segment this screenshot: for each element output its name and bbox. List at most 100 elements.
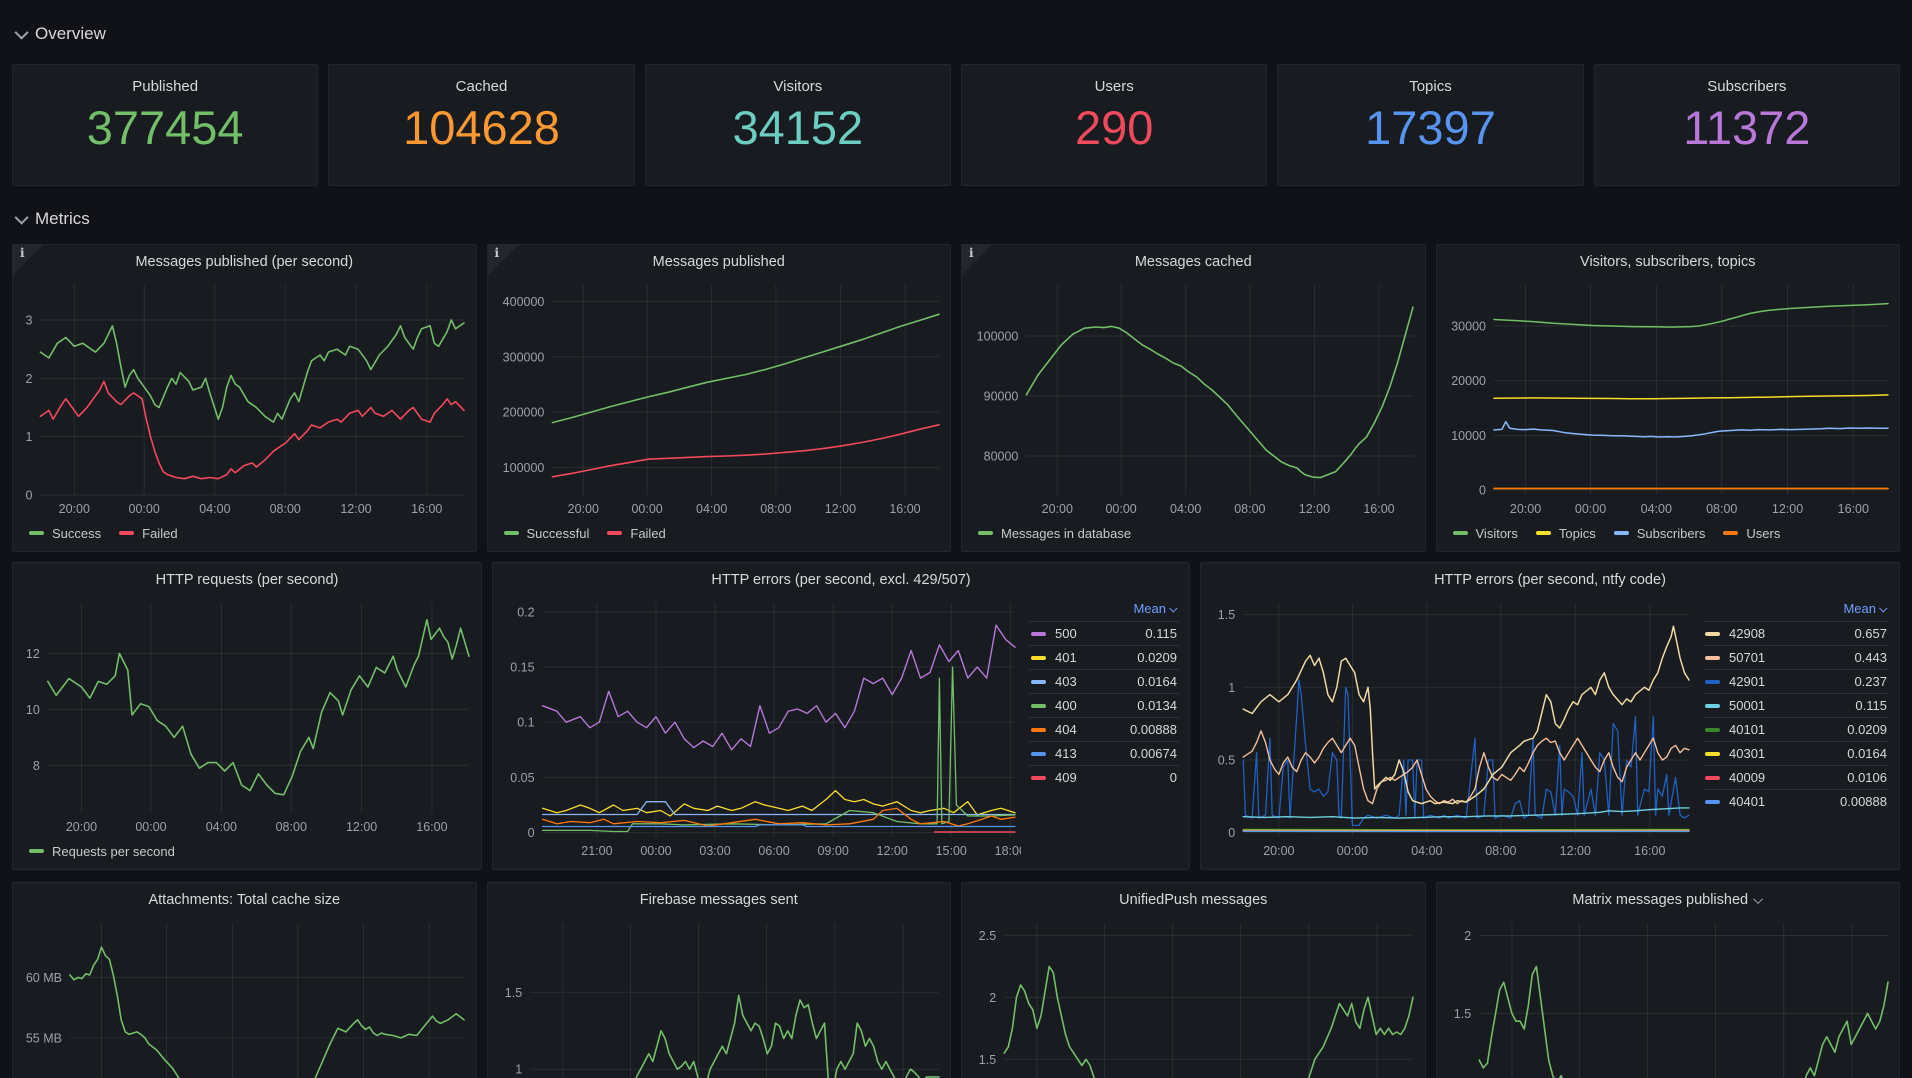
axis-tick-label: 0.05 <box>510 771 534 785</box>
panel-title[interactable]: Messages published <box>494 249 945 275</box>
chart-plot[interactable]: 0.511.52 <box>1443 913 1894 1078</box>
legend-mean-header[interactable]: Mean <box>1703 599 1889 621</box>
legend-table-row[interactable]: 4090 <box>1029 765 1179 789</box>
panel-title[interactable]: Messages published (per second) <box>19 249 470 275</box>
axis-tick-label: 2.5 <box>979 929 996 943</box>
panel-http-requests: HTTP requests (per second)20:0000:0004:0… <box>12 562 482 870</box>
series-swatch <box>1705 800 1720 804</box>
chart-canvas[interactable]: 20:0000:0004:0008:0012:0016:008000090000… <box>968 275 1419 521</box>
axis-tick-label: 12:00 <box>340 502 371 516</box>
chart-canvas[interactable]: 55 MB60 MB <box>19 913 470 1078</box>
series-name: 42908 <box>1729 626 1765 641</box>
chart-plot[interactable]: 20:0000:0004:0008:0012:0016:0081012 <box>19 593 475 839</box>
legend-item-success[interactable]: Success <box>29 526 101 541</box>
stat-panel-topics[interactable]: Topics 17397 <box>1277 64 1583 186</box>
chart-canvas[interactable]: 20:0000:0004:0008:0012:0016:0081012 <box>19 593 475 839</box>
section-row-metrics[interactable]: Metrics <box>18 207 1900 230</box>
chart-plot[interactable]: 21:0000:0003:0006:0009:0012:0015:0018:00… <box>499 593 1021 863</box>
legend-table-row[interactable]: 507010.443 <box>1703 645 1889 669</box>
info-icon[interactable]: i <box>969 246 974 260</box>
legend-item-failed[interactable]: Failed <box>607 526 665 541</box>
panel-title[interactable]: Visitors, subscribers, topics <box>1443 249 1894 275</box>
chart-plot[interactable]: 55 MB60 MB <box>19 913 470 1078</box>
axis-tick-label: 1 <box>1228 681 1235 695</box>
info-corner-fold[interactable] <box>962 245 992 275</box>
chart-plot[interactable]: 0.511.5 <box>494 913 945 1078</box>
legend-table-row[interactable]: 429080.657 <box>1703 621 1889 645</box>
legend-table-row[interactable]: 401010.0209 <box>1703 717 1889 741</box>
axis-tick-label: 55 MB <box>26 1031 62 1045</box>
panel-title-text: Messages cached <box>1135 254 1252 270</box>
series-swatch <box>504 531 519 535</box>
legend-table-row[interactable]: 4030.0164 <box>1029 669 1179 693</box>
panel-title[interactable]: HTTP errors (per second, ntfy code) <box>1207 567 1893 593</box>
panel-title[interactable]: HTTP requests (per second) <box>19 567 475 593</box>
panel-title[interactable]: UnifiedPush messages <box>968 887 1419 913</box>
chart-plot[interactable]: 20:0000:0004:0008:0012:0016:0000.511.5 <box>1207 593 1695 863</box>
series-line <box>40 381 464 478</box>
panel-title[interactable]: Attachments: Total cache size <box>19 887 470 913</box>
chart-plot[interactable]: 20:0000:0004:0008:0012:0016:000123 <box>19 275 470 521</box>
legend-table-row[interactable]: 403010.0164 <box>1703 741 1889 765</box>
info-icon[interactable]: i <box>20 246 25 260</box>
chart-canvas[interactable]: 20:0000:0004:0008:0012:0016:0000.511.5 <box>1207 593 1695 863</box>
chart-plot[interactable]: 11.522.5 <box>968 913 1419 1078</box>
legend-item-topics[interactable]: Topics <box>1536 526 1596 541</box>
legend-table-row[interactable]: 5000.115 <box>1029 621 1179 645</box>
stat-panel-subscribers[interactable]: Subscribers 11372 <box>1594 64 1900 186</box>
stat-panel-cached[interactable]: Cached 104628 <box>328 64 634 186</box>
legend-table-row[interactable]: 4040.00888 <box>1029 717 1179 741</box>
legend-item-failed[interactable]: Failed <box>119 526 177 541</box>
chart-canvas[interactable]: 11.522.5 <box>968 913 1419 1078</box>
panel-title[interactable]: Matrix messages published <box>1443 887 1894 913</box>
info-corner-fold[interactable] <box>13 245 43 275</box>
chart-canvas[interactable]: 0.511.52 <box>1443 913 1894 1078</box>
legend-table-row[interactable]: 4130.00674 <box>1029 741 1179 765</box>
stat-panel-visitors[interactable]: Visitors 34152 <box>645 64 951 186</box>
info-icon[interactable]: i <box>495 246 500 260</box>
legend-item-messages-in-database[interactable]: Messages in database <box>978 526 1131 541</box>
legend-table-row[interactable]: 4010.0209 <box>1029 645 1179 669</box>
panel-title[interactable]: Messages cached <box>968 249 1419 275</box>
chart-canvas[interactable]: 20:0000:0004:0008:0012:0016:001000002000… <box>494 275 945 521</box>
legend-mean-header[interactable]: Mean <box>1029 599 1179 621</box>
legend-table-row[interactable]: 400090.0106 <box>1703 765 1889 789</box>
axis-tick-label: 04:00 <box>1640 502 1671 516</box>
stat-value: 11372 <box>1683 95 1810 161</box>
legend-item-visitors[interactable]: Visitors <box>1453 526 1518 541</box>
chart-canvas[interactable]: 21:0000:0003:0006:0009:0012:0015:0018:00… <box>499 593 1021 863</box>
axis-tick-label: 20:00 <box>567 502 598 516</box>
panel-messages-published-rate: iMessages published (per second)20:0000:… <box>12 244 477 552</box>
series-swatch <box>119 531 134 535</box>
panel-body: 0.511.5 <box>494 913 945 1078</box>
section-row-overview[interactable]: Overview <box>18 22 1900 45</box>
legend-table-row[interactable]: 4000.0134 <box>1029 693 1179 717</box>
legend-item-users[interactable]: Users <box>1723 526 1780 541</box>
legend-item-requests-per-second[interactable]: Requests per second <box>29 844 175 859</box>
chart-plot[interactable]: 20:0000:0004:0008:0012:0016:008000090000… <box>968 275 1419 521</box>
panel-body: 20:0000:0004:0008:0012:0016:008000090000… <box>968 275 1419 521</box>
chart-canvas[interactable]: 20:0000:0004:0008:0012:0016:000100002000… <box>1443 275 1894 521</box>
section-title-overview: Overview <box>35 24 106 44</box>
panel-title[interactable]: HTTP errors (per second, excl. 429/507) <box>499 567 1183 593</box>
legend-table-row[interactable]: 429010.237 <box>1703 669 1889 693</box>
chart-plot[interactable]: 20:0000:0004:0008:0012:0016:001000002000… <box>494 275 945 521</box>
series-swatch <box>1031 728 1046 732</box>
info-corner-fold[interactable] <box>488 245 518 275</box>
legend-table-row[interactable]: 500010.115 <box>1703 693 1889 717</box>
series-swatch <box>1536 531 1551 535</box>
axis-tick-label: 1 <box>25 430 32 444</box>
axis-tick-label: 20000 <box>1451 374 1486 388</box>
legend-item-successful[interactable]: Successful <box>504 526 590 541</box>
series-mean-value: 0.0164 <box>1086 674 1177 689</box>
stat-panel-users[interactable]: Users 290 <box>961 64 1267 186</box>
series-name: 500 <box>1055 626 1077 641</box>
legend-item-subscribers[interactable]: Subscribers <box>1614 526 1706 541</box>
chart-plot[interactable]: 20:0000:0004:0008:0012:0016:000100002000… <box>1443 275 1894 521</box>
chart-canvas[interactable]: 0.511.5 <box>494 913 945 1078</box>
stat-label: Users <box>1095 78 1134 95</box>
panel-title[interactable]: Firebase messages sent <box>494 887 945 913</box>
legend-table-row[interactable]: 404010.00888 <box>1703 789 1889 813</box>
chart-canvas[interactable]: 20:0000:0004:0008:0012:0016:000123 <box>19 275 470 521</box>
stat-panel-published[interactable]: Published 377454 <box>12 64 318 186</box>
